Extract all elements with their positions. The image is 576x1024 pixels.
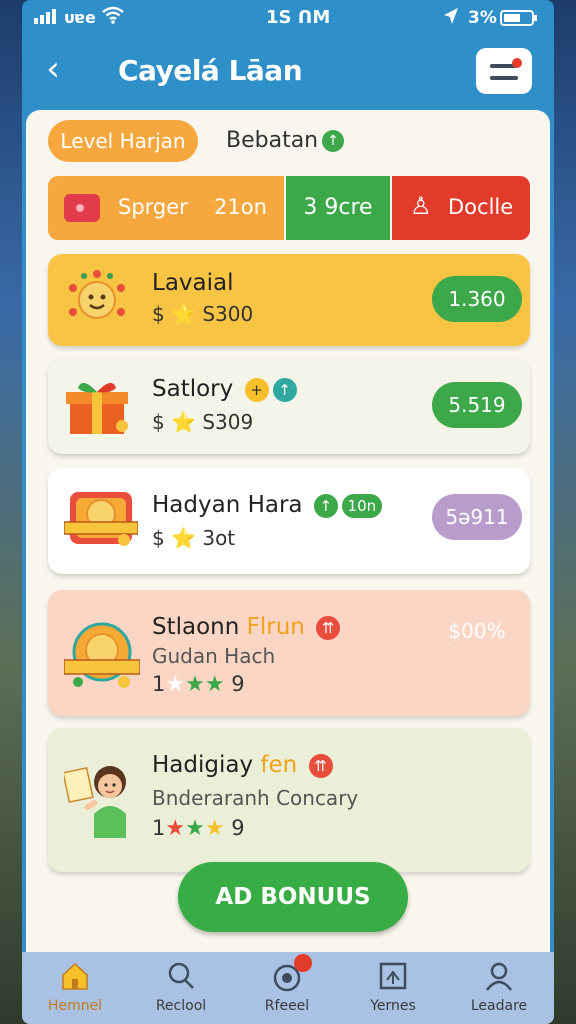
main-panel: Level Harjan Bebatan ↑ Sprger 21on 3 9cr… (26, 110, 550, 956)
star-icon: ★ (165, 672, 186, 697)
item-name-accent: fen (260, 752, 298, 778)
app-header: ‹ Cayelá Lāan (22, 36, 554, 108)
toolbar-orange-button[interactable]: Sprger 21on (48, 176, 284, 240)
item-subtitle: $ ⭐ S309 (152, 410, 254, 434)
toolbar-label-2: 21on (214, 195, 267, 219)
battery-icon (500, 10, 537, 26)
discount-label: $00% (448, 619, 506, 643)
search-icon (168, 962, 194, 989)
page-title: Cayelá Lāan (118, 54, 303, 87)
hot-badge: ⇈ (316, 615, 341, 640)
nav-label: Hemnel (47, 998, 103, 1014)
notification-dot (294, 954, 312, 972)
item-name-row: Satlory + ↑ (152, 376, 297, 402)
item-name: Lavaial (152, 270, 234, 296)
nav-item-games[interactable]: Yernes (340, 952, 446, 1024)
person-icon: ♙ (410, 192, 432, 220)
rating-row: 1★★★ 9 (152, 672, 245, 697)
hot-badge: ⇈ (308, 753, 333, 778)
battery-percent: 3% (468, 8, 497, 28)
wifi-icon (102, 6, 124, 24)
nav-item-home[interactable]: Hemnel (22, 952, 128, 1024)
rating-lead: 1 (152, 672, 166, 696)
girl-avatar-icon (64, 766, 126, 838)
trophy-plaque-icon (64, 492, 138, 546)
menu-button[interactable] (476, 48, 532, 94)
up-badge: ↑ (272, 377, 297, 402)
nav-label: Leadare (470, 998, 528, 1014)
price-button[interactable]: 5.519 (432, 382, 522, 428)
item-subtitle: $ ⭐ S300 (152, 302, 254, 326)
star-icon: ★ (185, 672, 205, 697)
item-name: Satlory (152, 376, 234, 402)
list-item[interactable]: Lavaial $ ⭐ S300 1.360 (48, 254, 530, 346)
item-subtitle: Gudan Hach (152, 644, 276, 668)
star-icon: ★ (185, 816, 205, 841)
star-icon: ★ (204, 816, 225, 841)
item-name: Hadigiay (152, 752, 261, 778)
wallet-icon (64, 194, 100, 222)
notification-dot (512, 58, 522, 68)
rating-value: 9 (231, 816, 245, 840)
item-name-row: Stlaonn Flrun ⇈ (152, 614, 341, 640)
list-item[interactable]: Hadigiay fen ⇈ Bnderaranh Concary 1★★★ 9 (48, 728, 530, 872)
medal-plaque-icon (64, 622, 140, 688)
list-item[interactable]: Satlory + ↑ $ ⭐ S309 5.519 (48, 358, 530, 454)
item-name: Hadyan Hara (152, 492, 303, 518)
nav-item-rewards[interactable]: Rfeeel (234, 952, 340, 1024)
carrier-label: ᴜɐe (64, 8, 96, 27)
up-badge: ↑ (313, 493, 338, 518)
item-name-row: Hadyan Hara ↑ 10n (152, 492, 382, 518)
nav-label: Rfeeel (264, 998, 310, 1014)
star-icon: ★ (204, 672, 225, 697)
nav-label: Yernes (370, 998, 416, 1014)
ad-bonus-button[interactable]: AD BONUUS (178, 862, 408, 932)
star-icon: ★ (165, 816, 186, 841)
count-badge: 10n (341, 493, 382, 518)
action-toolbar: Sprger 21on 3 9cre ♙ Doclle (48, 176, 530, 240)
toolbar-label-1: Sprger (118, 195, 188, 219)
tab-second[interactable]: Bebatan (226, 128, 318, 153)
item-name-row: Hadigiay fen ⇈ (152, 752, 333, 778)
toolbar-red-button[interactable]: ♙ Doclle (392, 176, 530, 240)
nav-item-search[interactable]: Reclool (128, 952, 234, 1024)
nav-label: Reclool (155, 998, 207, 1014)
game-board-icon (379, 962, 407, 990)
gift-box-icon (66, 382, 128, 434)
bottom-nav: Hemnel Reclool Rfeeel Yernes Leadare (22, 952, 554, 1024)
list-item[interactable]: Stlaonn Flrun ⇈ Gudan Hach 1★★★ 9 $00% (48, 590, 530, 716)
back-arrow-icon[interactable]: ‹ (36, 52, 70, 88)
rating-lead: 1 (152, 816, 166, 840)
price-button[interactable]: 1.360 (432, 276, 522, 322)
clock: 1S ᑎM (266, 7, 331, 28)
location-icon (444, 8, 458, 24)
sun-mascot-icon (69, 270, 125, 319)
toolbar-green-button[interactable]: 3 9cre (286, 176, 390, 240)
signal-icon (34, 9, 56, 24)
list-item[interactable]: Hadyan Hara ↑ 10n $ ⭐ 3ot 5ə911 (48, 468, 530, 574)
item-name-accent: Flrun (246, 614, 305, 640)
plus-badge: + (244, 377, 269, 402)
tab-level[interactable]: Level Harjan (48, 120, 198, 162)
profile-icon (486, 962, 512, 991)
toolbar-label-3: Doclle (448, 195, 514, 219)
price-button[interactable]: 5ə911 (432, 494, 522, 540)
phone-screen: ᴜɐe 1S ᑎM 3% ‹ Cayelá Lāan Level Harjan … (22, 0, 554, 1024)
rating-value: 9 (231, 672, 245, 696)
tab-badge: ↑ (322, 130, 344, 152)
nav-item-profile[interactable]: Leadare (446, 952, 552, 1024)
home-icon (62, 962, 88, 990)
item-name: Stlaonn (152, 614, 247, 640)
rating-row: 1★★★ 9 (152, 816, 245, 841)
status-bar: ᴜɐe 1S ᑎM 3% (22, 0, 554, 36)
item-subtitle: $ ⭐ 3ot (152, 526, 236, 550)
item-subtitle: Bnderaranh Concary (152, 786, 359, 810)
